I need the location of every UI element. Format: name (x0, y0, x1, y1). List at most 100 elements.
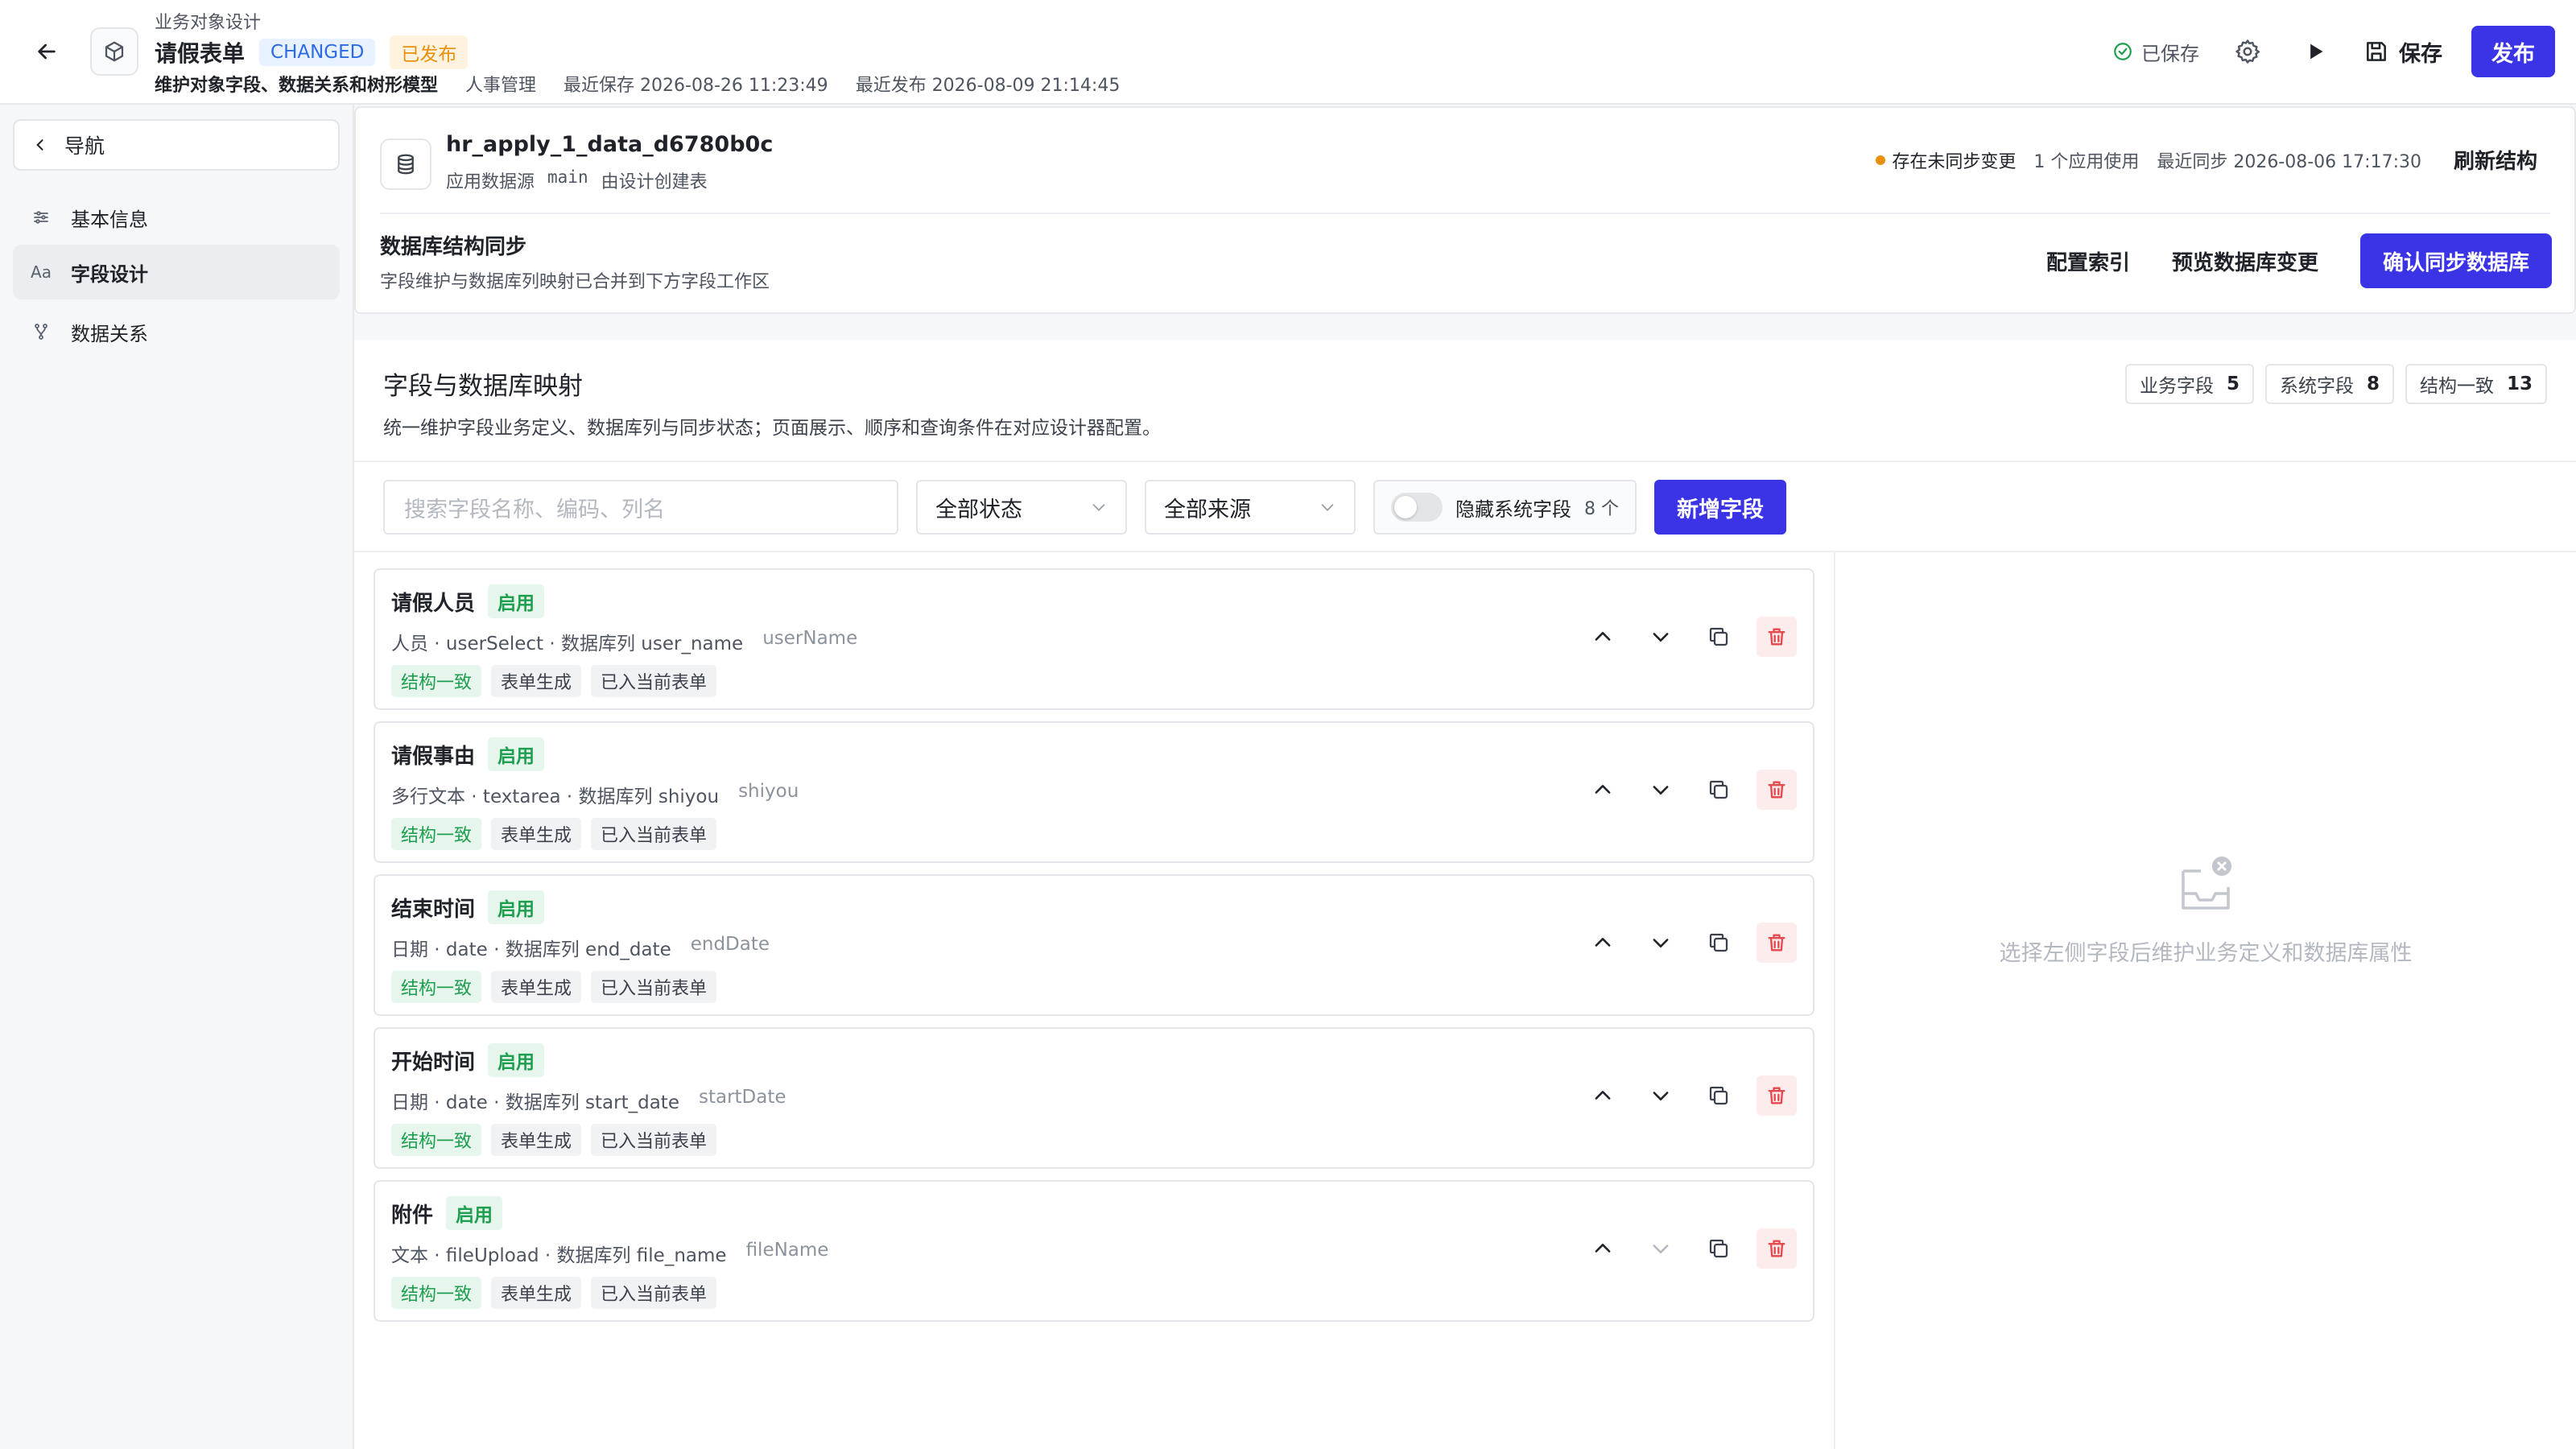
field-card[interactable]: 请假人员 启用 人员 · userSelect · 数据库列 user_name us… (374, 568, 1814, 710)
section-description: 统一维护字段业务定义、数据库列与同步状态；页面展示、顺序和查询条件在对应设计器配… (383, 418, 1161, 439)
confirm-sync-button[interactable]: 确认同步数据库 (2359, 233, 2552, 288)
field-actions (1583, 1228, 1797, 1269)
field-status-badge: 启用 (488, 584, 545, 618)
hide-system-label: 隐藏系统字段 (1455, 497, 1571, 521)
trash-icon (1765, 778, 1788, 801)
header-actions: 已保存 保存 发布 (2112, 26, 2555, 77)
chevron-down-icon (1649, 1237, 1672, 1260)
field-status-badge: 启用 (446, 1196, 503, 1230)
field-card[interactable]: 开始时间 启用 日期 · date · 数据库列 start_date startDa… (374, 1027, 1814, 1169)
preview-button[interactable] (2296, 32, 2334, 71)
field-tags: 结构一致 表单生成 已入当前表单 (391, 1124, 717, 1156)
chevron-up-icon (1591, 778, 1614, 801)
copy-field-button[interactable] (1699, 1075, 1739, 1116)
move-up-button[interactable] (1583, 1228, 1623, 1269)
empty-detail-panel: 选择左侧字段后维护业务定义和数据库属性 (1835, 855, 2576, 967)
app-usage: 1 个应用使用 (2033, 151, 2140, 172)
count-value: 13 (2506, 374, 2533, 394)
move-up-button[interactable] (1583, 770, 1623, 810)
field-status-badge: 启用 (488, 1043, 545, 1077)
field-tag: 已入当前表单 (591, 818, 717, 850)
hide-system-count: 8 个 (1584, 499, 1619, 519)
title-row: 请假表单 CHANGED 已发布 (155, 35, 469, 69)
field-tag: 表单生成 (491, 665, 582, 697)
field-tag: 结构一致 (391, 665, 482, 697)
published-badge: 已发布 (390, 35, 469, 69)
save-button-label: 保存 (2399, 41, 2442, 67)
sidebar-item-basic-info[interactable]: 基本信息 (13, 190, 340, 245)
move-up-button[interactable] (1583, 923, 1623, 963)
field-code: endDate (690, 934, 770, 955)
field-card[interactable]: 请假事由 启用多行文本 · textarea · 数据库列 shiyou shiyo… (374, 721, 1814, 863)
saved-status-label: 已保存 (2141, 42, 2199, 65)
source-filter-select[interactable]: 全部来源 (1145, 480, 1356, 535)
chevron-left-icon (36, 139, 43, 151)
delete-field-button[interactable] (1757, 617, 1797, 657)
delete-field-button[interactable] (1757, 923, 1797, 963)
trash-icon (1765, 931, 1788, 954)
sidebar-item-field-design[interactable]: Aa 字段设计 (13, 245, 340, 299)
config-index-button[interactable]: 配置索引 (2046, 246, 2130, 276)
field-meta: 日期 · date · 数据库列 end_date endDate (391, 934, 770, 961)
count-system-fields: 系统字段 8 (2264, 364, 2394, 404)
field-code: fileName (745, 1240, 829, 1261)
section-title: 字段与数据库映射 (383, 372, 583, 401)
db-table-name: hr_apply_1_data_d6780b0c (446, 132, 774, 157)
add-field-button[interactable]: 新增字段 (1654, 480, 1786, 535)
chevron-up-icon (1591, 931, 1614, 954)
move-up-button[interactable] (1583, 1075, 1623, 1116)
sidebar-nav-toggle[interactable]: 导航 (13, 119, 340, 171)
settings-button[interactable] (2228, 32, 2267, 71)
sidebar-item-data-relations[interactable]: 数据关系 (13, 304, 340, 359)
copy-field-button[interactable] (1699, 617, 1739, 657)
sidebar-item-label: 数据关系 (71, 322, 148, 345)
sync-title: 数据库结构同步 (380, 235, 527, 259)
publish-button[interactable]: 发布 (2471, 26, 2555, 77)
move-down-button[interactable] (1641, 617, 1681, 657)
field-card[interactable]: 结束时间 启用 日期 · date · 数据库列 end_date endDate 结构… (374, 874, 1814, 1016)
field-tag: 已入当前表单 (591, 665, 717, 697)
back-button[interactable] (27, 32, 66, 71)
refresh-structure-button[interactable]: 刷新结构 (2454, 145, 2537, 175)
move-down-button[interactable] (1641, 923, 1681, 963)
field-title: 请假事由 启用 (391, 737, 545, 771)
status-filter-select[interactable]: 全部状态 (916, 480, 1127, 535)
hide-system-toggle[interactable] (1391, 493, 1443, 522)
copy-field-button[interactable] (1699, 923, 1739, 963)
field-actions (1583, 923, 1797, 963)
save-button[interactable]: 保存 (2363, 36, 2442, 68)
move-down-button[interactable] (1641, 770, 1681, 810)
count-consistent: 结构一致 13 (2405, 364, 2547, 404)
search-input[interactable]: 搜索字段名称、编码、列名 (383, 480, 898, 535)
copy-icon (1707, 1236, 1731, 1261)
move-down-button[interactable] (1641, 1075, 1681, 1116)
delete-field-button[interactable] (1757, 770, 1797, 810)
copy-field-button[interactable] (1699, 1228, 1739, 1269)
last-sync: 最近同步 2026-08-06 17:17:30 (2157, 151, 2421, 172)
move-up-button[interactable] (1583, 617, 1623, 657)
trash-icon (1765, 625, 1788, 648)
breadcrumb: 业务对象设计 (155, 13, 262, 33)
db-status: 存在未同步变更 1 个应用使用 最近同步 2026-08-06 17:17:30… (1876, 145, 2537, 175)
field-card[interactable]: 附件 启用 文本 · fileUpload · 数据库列 file_name file… (374, 1180, 1814, 1322)
count-label: 结构一致 (2419, 376, 2494, 397)
sync-description: 字段维护与数据库列映射已合并到下方字段工作区 (380, 272, 770, 292)
field-code: startDate (698, 1087, 786, 1108)
preview-changes-button[interactable]: 预览数据库变更 (2172, 246, 2318, 276)
delete-field-button[interactable] (1757, 1228, 1797, 1269)
field-tag: 已入当前表单 (591, 1124, 717, 1156)
domain-label: 人事管理 (465, 76, 537, 96)
last-saved: 最近保存 2026-08-26 11:23:49 (564, 76, 828, 96)
field-meta: 多行文本 · textarea · 数据库列 shiyou shiyou (391, 781, 799, 808)
field-tag: 结构一致 (391, 1277, 482, 1309)
field-actions (1583, 617, 1797, 657)
field-actions (1583, 1075, 1797, 1116)
chevron-down-icon (1092, 504, 1105, 511)
copy-field-button[interactable] (1699, 770, 1739, 810)
field-tag: 表单生成 (491, 1277, 582, 1309)
database-icon (380, 138, 431, 190)
unsync-status: 存在未同步变更 (1876, 147, 2016, 173)
saved-status: 已保存 (2112, 38, 2199, 66)
delete-field-button[interactable] (1757, 1075, 1797, 1116)
field-meta: 人员 · userSelect · 数据库列 user_name userName (391, 628, 857, 655)
